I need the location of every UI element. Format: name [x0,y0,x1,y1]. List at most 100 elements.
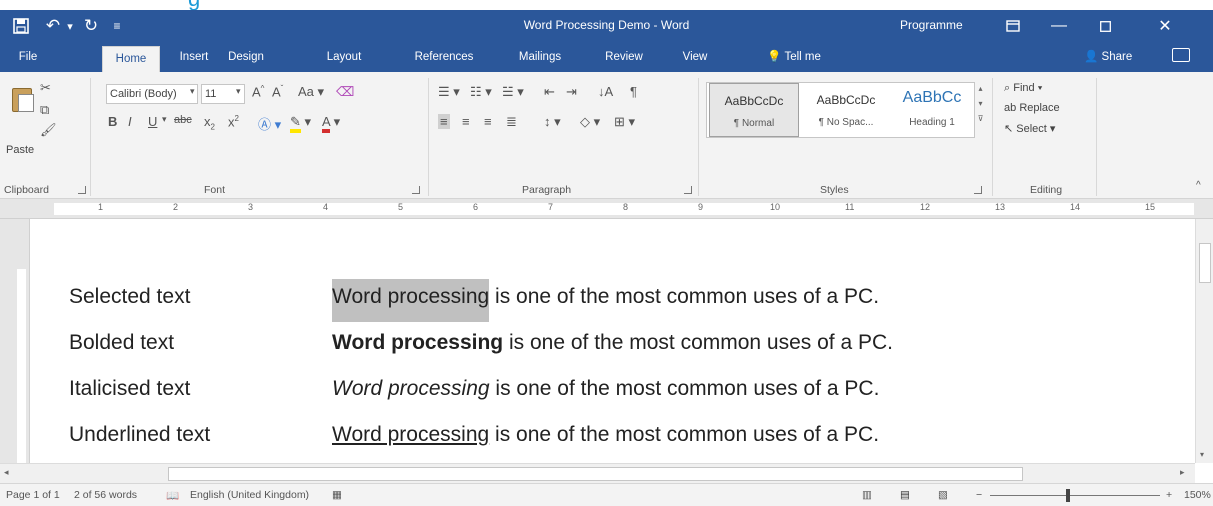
sentence-selected[interactable]: Word processing is one of the most commo… [332,279,879,322]
sort-icon[interactable]: ↓A [598,84,613,99]
paste-icon[interactable] [8,80,38,114]
show-formatting-marks-icon[interactable]: ¶ [630,84,637,99]
scroll-down-icon[interactable]: ▾ [1200,450,1204,459]
increase-indent-icon[interactable]: ⇥ [566,84,577,100]
underline-dropdown-icon[interactable]: ▾ [162,114,167,125]
font-name-dropdown-icon[interactable]: ▾ [190,86,195,97]
decrease-indent-icon[interactable]: ⇤ [544,84,555,100]
numbering-icon[interactable]: ☷ ▾ [470,84,492,100]
change-case-icon[interactable]: Aa ▾ [298,84,324,100]
selected-phrase[interactable]: Word processing [332,279,490,322]
multilevel-list-icon[interactable]: ☱ ▾ [502,84,524,100]
font-launcher-icon[interactable] [412,186,420,194]
font-name-combo[interactable]: Calibri (Body) [106,84,198,104]
cut-icon[interactable]: ✂ [40,80,51,96]
scroll-left-icon[interactable]: ◂ [4,467,9,478]
tab-file[interactable]: File [8,42,48,72]
italic-icon[interactable]: I [128,114,132,129]
find-button[interactable]: ⌕ Find ▾ [1004,82,1042,95]
horizontal-scrollbar[interactable]: ◂ ▸ [0,463,1195,483]
styles-scroll[interactable]: ▴ ▾ ⊽ [974,82,986,138]
line-spacing-icon[interactable]: ↕ ▾ [544,114,561,130]
sentence-italic[interactable]: Word processing is one of the most commo… [332,377,879,401]
read-mode-icon[interactable]: ▥ [862,489,872,501]
zoom-slider-knob[interactable] [1066,489,1070,502]
tab-view[interactable]: View [674,42,716,72]
tab-home[interactable]: Home [102,46,160,72]
comments-icon[interactable] [1172,48,1190,62]
document-page[interactable]: Selected text Word processing is one of … [31,219,1195,463]
zoom-in-icon[interactable]: + [1166,489,1172,501]
tab-layout[interactable]: Layout [318,42,370,72]
horizontal-scroll-thumb[interactable] [168,467,1023,481]
ribbon-display-options-icon[interactable] [990,10,1036,42]
styles-more-icon[interactable]: ⊽ [975,114,986,123]
text-effects-icon[interactable]: Ⓐ ▾ [258,114,281,133]
styles-up-icon[interactable]: ▴ [975,84,986,93]
web-layout-icon[interactable]: ▧ [938,489,948,501]
ruler-number: 11 [845,202,855,212]
style-normal[interactable]: AaBbCcDc ¶ Normal [709,83,799,137]
macro-record-icon[interactable]: ▦ [332,489,342,501]
language-status[interactable]: English (United Kingdom) [190,489,309,501]
style-no-spacing[interactable]: AaBbCcDc ¶ No Spac... [801,83,891,137]
vertical-scroll-thumb[interactable] [1199,243,1211,283]
justify-icon[interactable]: ≣ [506,114,517,130]
tab-mailings[interactable]: Mailings [510,42,570,72]
align-center-icon[interactable]: ≡ [462,114,470,129]
underline-icon[interactable]: U [148,114,157,129]
zoom-slider[interactable] [990,495,1160,496]
vertical-ruler[interactable] [0,219,30,463]
sentence-bold[interactable]: Word processing is one of the most commo… [332,331,893,355]
subscript-icon[interactable]: x2 [204,114,215,132]
tab-review[interactable]: Review [596,42,652,72]
close-button[interactable]: ✕ [1142,10,1188,42]
superscript-icon[interactable]: x2 [228,114,239,129]
borders-icon[interactable]: ⊞ ▾ [614,114,635,130]
minimize-button[interactable]: — [1036,10,1082,42]
share-button[interactable]: 👤 Share [1084,42,1132,72]
styles-down-icon[interactable]: ▾ [975,99,986,108]
sentence-underline[interactable]: Word processing is one of the most commo… [332,423,879,447]
align-right-icon[interactable]: ≡ [484,114,492,129]
font-color-icon[interactable]: A ▾ [322,114,340,133]
strikethrough-icon[interactable]: abc [174,114,192,126]
maximize-button[interactable] [1082,10,1128,42]
align-left-icon[interactable]: ≡ [438,114,450,129]
tab-design[interactable]: Design [218,42,274,72]
grow-font-icon[interactable]: A^ [252,84,264,99]
copy-icon[interactable]: ⧉ [40,102,49,118]
tab-references[interactable]: References [402,42,486,72]
replace-button[interactable]: ab Replace [1004,102,1060,114]
tell-me-box[interactable]: 💡 Tell me [754,42,834,72]
tab-insert[interactable]: Insert [170,42,218,72]
shading-icon[interactable]: ◇ ▾ [580,114,600,130]
zoom-level[interactable]: 150% [1184,489,1211,501]
account-name[interactable]: Programme [900,18,963,32]
highlight-icon[interactable]: ✎ ▾ [290,114,311,133]
ruler-number: 4 [323,202,329,212]
clear-formatting-icon[interactable]: ⌫ [336,84,354,100]
scroll-right-icon[interactable]: ▸ [1180,467,1185,478]
row-label-bold: Bolded text [69,331,175,354]
paragraph-launcher-icon[interactable] [684,186,692,194]
vertical-scrollbar[interactable]: ▾ [1195,219,1213,463]
select-button[interactable]: ↖ Select ▾ [1004,122,1055,135]
word-count[interactable]: 2 of 56 words [74,489,137,501]
paste-button-label[interactable]: Paste [6,144,34,156]
print-layout-icon[interactable]: ▤ [900,489,910,501]
bold-icon[interactable]: B [108,114,117,129]
font-size-dropdown-icon[interactable]: ▾ [236,86,241,97]
format-painter-icon[interactable]: 🖌 [40,122,57,138]
horizontal-ruler[interactable]: 1 2 3 4 5 6 7 8 9 10 11 12 13 14 15 [0,199,1213,219]
shrink-font-icon[interactable]: Aˇ [272,84,283,99]
clipboard-launcher-icon[interactable] [78,186,86,194]
proofing-icon[interactable]: 📖 [166,489,179,502]
style-heading-1[interactable]: AaBbCc Heading 1 [887,83,977,137]
bullets-icon[interactable]: ☰ ▾ [438,84,460,100]
page-count[interactable]: Page 1 of 1 [6,489,60,501]
zoom-out-icon[interactable]: − [976,489,982,501]
row-label-selected: Selected text [69,285,191,308]
styles-launcher-icon[interactable] [974,186,982,194]
collapse-ribbon-icon[interactable]: ^ [1196,180,1201,191]
